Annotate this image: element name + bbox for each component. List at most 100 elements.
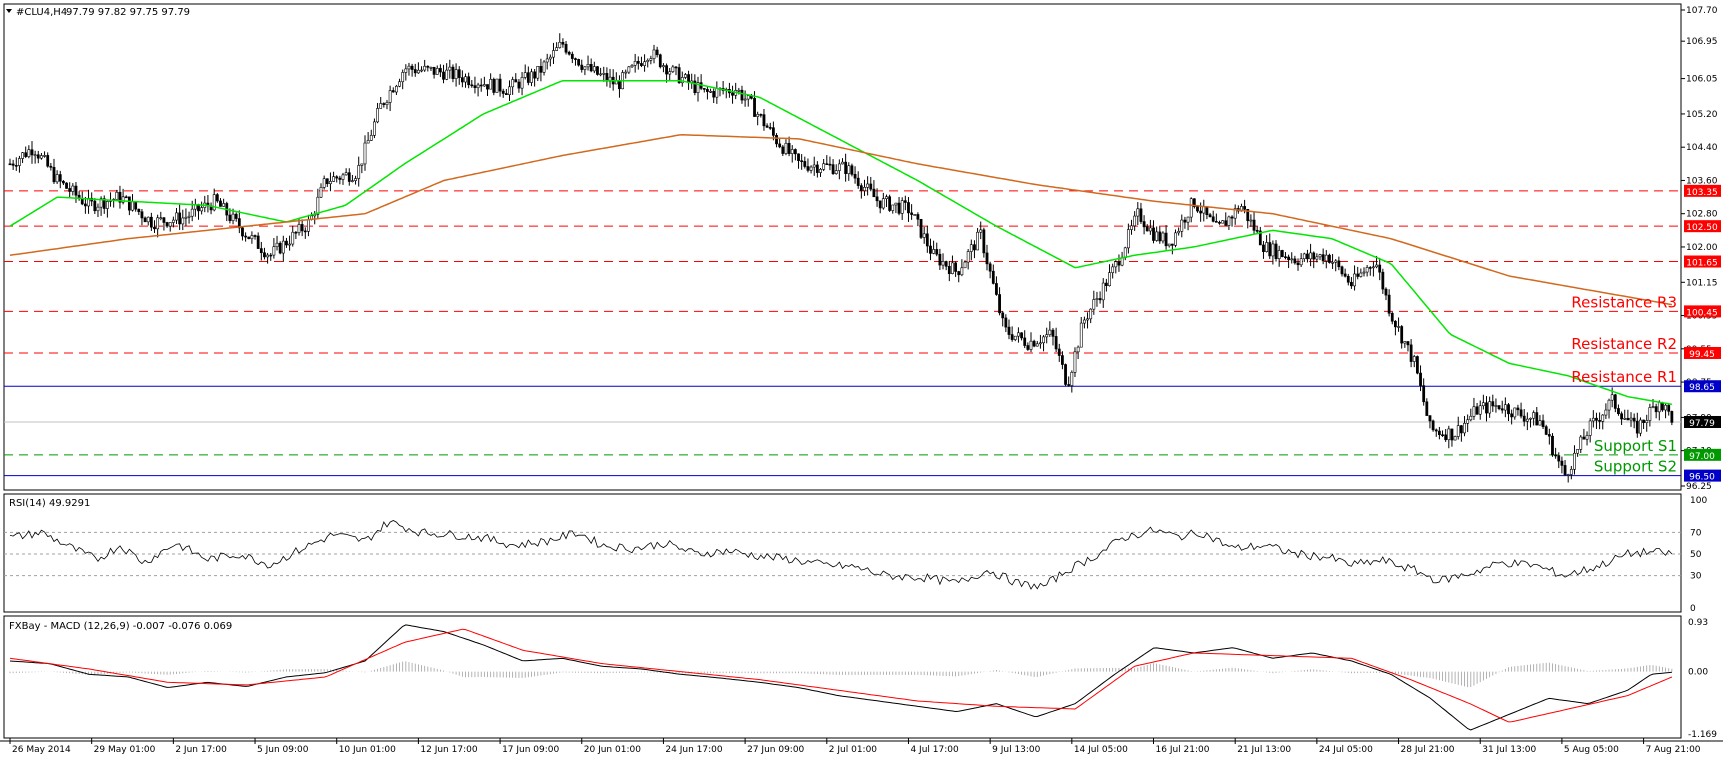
candle-body [96,206,100,212]
candle-body [1262,244,1265,252]
candle-body [577,59,581,66]
candle-body [963,261,967,269]
candle-body [1218,221,1221,224]
candle-body [1437,430,1441,436]
price-tick-label: 107.70 [1686,6,1718,16]
candle-body [1130,225,1133,230]
candle-body [1183,219,1187,223]
current-price-badge-text: 97.79 [1689,419,1715,429]
candle-body [1004,317,1008,328]
price-tick-label: 104.40 [1686,143,1718,153]
candle-body [410,65,414,70]
candle-body [1120,257,1124,266]
candle-body [373,121,376,136]
candle-body [1613,394,1617,409]
candle-body [398,81,401,87]
candle-body [18,158,21,166]
candle-body [787,142,791,154]
candle-body [1459,425,1463,434]
candle-body [1434,429,1438,432]
candle-body [709,91,712,93]
candle-body [319,187,323,198]
candle-body [423,65,427,71]
candle-body [929,245,932,254]
candle-body [498,78,502,92]
candle-body [1306,253,1309,260]
candle-body [244,235,248,238]
candle-body [401,72,405,83]
level-label-resistance-r1: Resistance R1 [1571,368,1677,386]
candle-body [627,66,631,73]
candle-body [382,103,386,105]
candle-body [1334,260,1338,263]
candle-body [1359,272,1363,277]
candle-body [1139,208,1143,222]
candle-body [1664,404,1667,411]
candle-body [1076,346,1080,353]
level-badge-5-text: 101.65 [1686,259,1718,269]
candle-body [969,244,973,252]
time-tick-label: 21 Jul 13:00 [1237,745,1291,755]
candle-body [1268,242,1272,257]
candle-body [1670,411,1674,423]
time-tick-label: 14 Jul 05:00 [1074,745,1128,755]
candle-body [1478,405,1482,415]
candle-body [476,84,480,89]
candle-body [181,217,185,225]
candle-body [1466,419,1470,424]
candle-body [338,177,342,180]
candle-body [30,149,34,156]
candle-body [1365,267,1369,273]
level-badge-1-text: 99.45 [1689,350,1715,360]
candle-body [878,200,882,209]
candle-body [46,155,50,167]
candle-body [1136,208,1140,217]
candle-body [1585,435,1589,440]
candle-body [533,71,537,79]
candle-body [508,86,511,96]
candle-body [504,93,508,96]
candle-body [680,77,684,84]
candle-body [1491,401,1495,407]
candle-body [1409,344,1413,362]
candle-body [630,64,634,68]
candle-body [797,153,800,161]
candle-body [24,152,28,157]
candle-body [124,196,128,199]
candle-body [171,219,175,223]
candle-body [354,178,357,181]
candle-body [1035,343,1039,347]
candle-body [448,66,452,71]
candle-body [33,154,37,157]
candle-body [1133,215,1137,227]
candle-body [1591,417,1595,422]
candle-body [674,66,678,69]
candle-body [14,165,18,167]
candle-body [784,142,788,154]
candle-body [1598,420,1602,422]
candle-body [1073,351,1077,373]
candle-body [869,183,873,190]
time-tick-label: 5 Jun 09:00 [257,745,309,755]
candle-body [1111,266,1115,273]
candle-body [1296,262,1300,266]
candle-body [1331,262,1334,264]
level-badge-3-text: 103.35 [1686,188,1718,198]
candle-body [885,196,888,200]
candle-body [658,54,662,68]
candle-body [1142,221,1146,228]
candle-body [1601,414,1605,422]
candle-body [432,66,436,75]
candle-body [903,200,907,203]
candle-body [809,166,813,171]
time-tick-label: 4 Jul 17:00 [910,745,959,755]
candle-body [473,85,477,89]
candle-body [467,76,471,86]
candle-body [570,53,574,59]
macd-title: FXBay - MACD (12,26,9) -0.007 -0.076 0.0… [9,621,232,632]
candle-body [256,235,260,249]
candle-body [881,198,885,209]
candle-body [715,88,719,98]
candle-body [542,61,546,73]
candle-body [413,69,417,74]
